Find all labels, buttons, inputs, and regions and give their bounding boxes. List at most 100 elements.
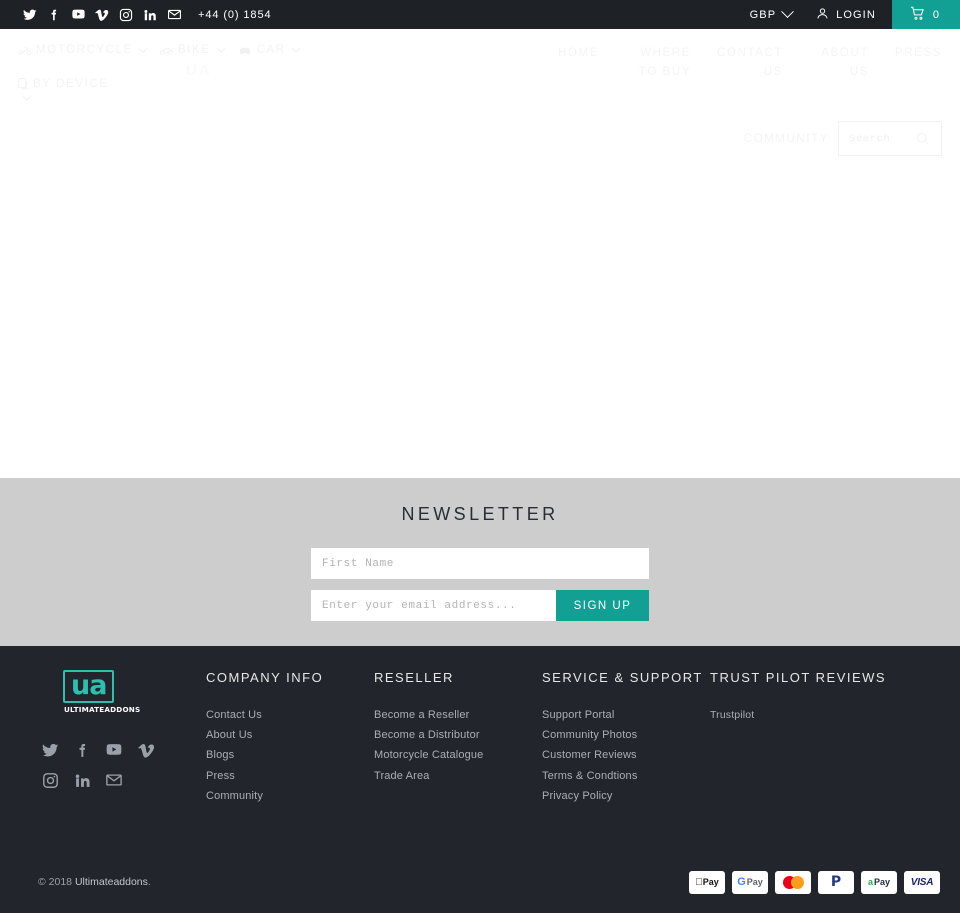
phone-number[interactable]: +44 (0) 1854 (198, 9, 272, 21)
nav-link-community[interactable]: COMMUNITY (744, 133, 829, 145)
nav-link-home[interactable]: HOME (558, 44, 599, 63)
currency-label: GBP (749, 8, 777, 21)
email-icon[interactable] (104, 770, 124, 790)
footer-link-community[interactable]: Community (206, 786, 374, 806)
chevron-down-icon (781, 5, 795, 19)
mastercard-icon (775, 870, 811, 894)
footer-bottom-bar: © 2018 Ultimateaddons. Pay GPay P aPay … (0, 851, 960, 913)
main-navigation: HOME WHERE TO BUY CONTACT US ABOUT US PR… (542, 44, 942, 82)
twitter-icon[interactable] (18, 3, 42, 27)
motorcycle-icon (18, 45, 31, 56)
footer-column-trust-pilot: TRUST PILOT REVIEWS Trustpilot (710, 668, 910, 806)
footer-link-support-portal[interactable]: Support Portal (542, 705, 710, 725)
nav-link-about-us[interactable]: ABOUT US (809, 44, 869, 82)
newsletter-title: NEWSLETTER (401, 504, 559, 524)
category-nav-row: MOTORCYCLE BIKE CAR (18, 44, 348, 56)
search-icon[interactable] (915, 131, 930, 146)
nav-link-contact-us[interactable]: CONTACT US (717, 44, 783, 82)
car-icon (238, 45, 252, 56)
footer-column-title: RESELLER (374, 670, 454, 685)
top-bar: +44 (0) 1854 GBP LOGIN 0 (0, 0, 960, 29)
amazon-pay-icon: a Pay (861, 870, 897, 894)
email-input[interactable] (311, 590, 556, 621)
linkedin-icon[interactable] (72, 770, 92, 790)
user-icon (816, 7, 829, 23)
nav-item-car[interactable]: CAR (238, 44, 300, 56)
footer-link-contact-us[interactable]: Contact Us (206, 705, 374, 725)
footer-link-press[interactable]: Press (206, 766, 374, 786)
nav-link-press[interactable]: PRESS (895, 44, 942, 63)
newsletter-email-row: SIGN UP (311, 590, 649, 621)
nav-item-by-device[interactable]: BY DEVICE (18, 78, 348, 101)
site-footer: ua ULTIMATEADDONS COMPANY INFO Contact U… (0, 646, 960, 913)
footer-social-links (40, 740, 180, 790)
nav-item-motorcycle[interactable]: MOTORCYCLE (18, 44, 148, 56)
copyright-brand[interactable]: Ultimateaddons (75, 876, 148, 888)
by-device-row: BY DEVICE (18, 78, 109, 90)
apple-pay-icon: Pay (689, 870, 725, 894)
chevron-down-icon (22, 92, 32, 101)
currency-selector[interactable]: GBP (736, 0, 807, 29)
footer-column-service-support: SERVICE & SUPPORT Support Portal Communi… (542, 668, 710, 806)
search-box[interactable] (838, 121, 942, 156)
newsletter-section: NEWSLETTER SIGN UP (0, 478, 960, 646)
instagram-icon[interactable] (40, 770, 60, 790)
copyright-prefix: © 2018 (38, 876, 75, 888)
footer-link-terms-conditions[interactable]: Terms & Condtions (542, 766, 710, 786)
login-button[interactable]: LOGIN (806, 0, 892, 29)
youtube-icon[interactable] (66, 3, 90, 27)
facebook-icon[interactable] (42, 3, 66, 27)
twitter-icon[interactable] (40, 740, 60, 760)
search-input[interactable] (849, 132, 915, 145)
footer-logo[interactable]: ua ULTIMATEADDONS (63, 670, 140, 714)
top-bar-right: GBP LOGIN 0 (736, 0, 960, 29)
site-header: UA MOTORCYCLE BIKE CAR BY DEVICE HOME WH… (0, 29, 960, 478)
vimeo-icon[interactable] (90, 3, 114, 27)
footer-link-blogs[interactable]: Blogs (206, 745, 374, 765)
footer-column-title: SERVICE & SUPPORT (542, 670, 703, 685)
footer-link-trustpilot[interactable]: Trustpilot (710, 705, 910, 725)
visa-icon: VISA (904, 870, 940, 894)
cart-button[interactable]: 0 (891, 0, 960, 29)
nav-link-where-to-buy[interactable]: WHERE TO BUY (625, 44, 691, 82)
footer-link-trade-area[interactable]: Trade Area (374, 766, 542, 786)
nav-item-label: MOTORCYCLE (36, 44, 133, 56)
signup-button[interactable]: SIGN UP (556, 590, 649, 621)
logo-wordmark: ULTIMATEADDONS (64, 705, 141, 714)
paypal-icon: P (818, 870, 854, 894)
footer-link-community-photos[interactable]: Community Photos (542, 725, 710, 745)
youtube-icon[interactable] (104, 740, 124, 760)
login-label: LOGIN (836, 8, 876, 21)
chevron-down-icon (216, 44, 225, 53)
facebook-icon[interactable] (72, 740, 92, 760)
footer-column-company-info: COMPANY INFO Contact Us About Us Blogs P… (206, 668, 374, 806)
nav-item-label: BIKE (177, 44, 211, 56)
linkedin-icon[interactable] (138, 3, 162, 27)
cart-icon (910, 6, 925, 24)
top-bar-left: +44 (0) 1854 (0, 3, 272, 27)
footer-column-reseller: RESELLER Become a Reseller Become a Dist… (374, 668, 542, 806)
footer-columns: ua ULTIMATEADDONS COMPANY INFO Contact U… (0, 668, 960, 806)
footer-link-privacy-policy[interactable]: Privacy Policy (542, 786, 710, 806)
footer-column-title: COMPANY INFO (206, 670, 324, 685)
footer-column-title: TRUST PILOT REVIEWS (710, 670, 887, 685)
header-search-row: COMMUNITY (744, 121, 942, 156)
email-icon[interactable] (162, 3, 186, 27)
footer-link-motorcycle-catalogue[interactable]: Motorcycle Catalogue (374, 745, 542, 765)
newsletter-first-name-row (311, 548, 649, 579)
copyright-suffix: . (147, 876, 151, 888)
bicycle-icon (159, 45, 173, 56)
category-navigation: MOTORCYCLE BIKE CAR BY DEVICE (18, 44, 348, 101)
device-icon (18, 78, 28, 90)
footer-link-become-a-distributor[interactable]: Become a Distributor (374, 725, 542, 745)
footer-link-become-a-reseller[interactable]: Become a Reseller (374, 705, 542, 725)
nav-item-bike[interactable]: BIKE (159, 44, 225, 56)
vimeo-icon[interactable] (136, 740, 156, 760)
instagram-icon[interactable] (114, 3, 138, 27)
first-name-input[interactable] (311, 548, 649, 579)
footer-link-about-us[interactable]: About Us (206, 725, 374, 745)
by-device-label: BY DEVICE (33, 78, 109, 90)
footer-link-customer-reviews[interactable]: Customer Reviews (542, 745, 710, 765)
footer-brand: ua ULTIMATEADDONS (38, 668, 206, 806)
chevron-down-icon (138, 44, 148, 53)
